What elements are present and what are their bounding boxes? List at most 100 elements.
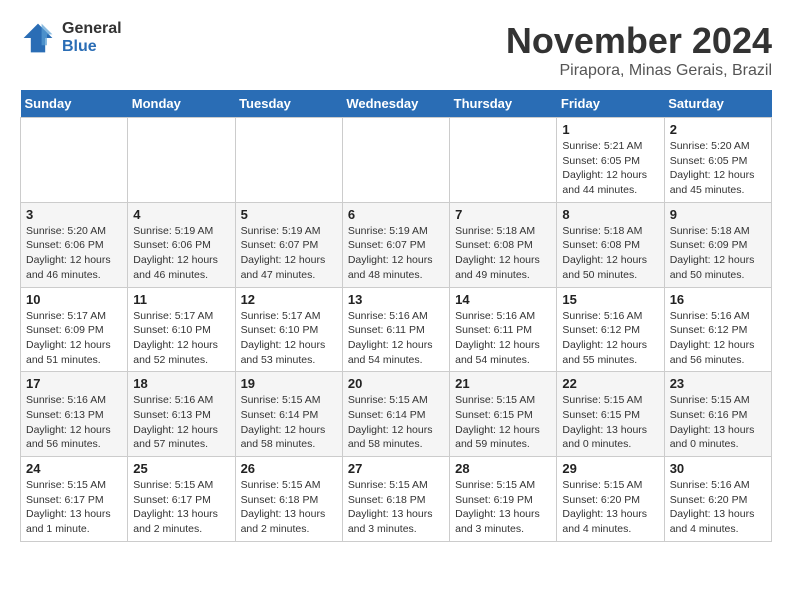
- day-number: 5: [241, 207, 337, 222]
- weekday-header-sunday: Sunday: [21, 90, 128, 118]
- day-info: Sunrise: 5:16 AM Sunset: 6:11 PM Dayligh…: [455, 309, 551, 368]
- location-text: Pirapora, Minas Gerais, Brazil: [506, 62, 772, 80]
- calendar-cell: 23Sunrise: 5:15 AM Sunset: 6:16 PM Dayli…: [664, 372, 771, 457]
- calendar-cell: 19 Sunrise: 5:15 AM Sunset: 6:14 PM Dayli…: [235, 372, 342, 457]
- day-number: 20: [348, 376, 444, 391]
- day-info: Sunrise: 5:15 AM Sunset: 6:18 PM Dayligh…: [241, 478, 337, 537]
- calendar-cell: 9Sunrise: 5:18 AM Sunset: 6:09 PM Daylig…: [664, 202, 771, 287]
- calendar-cell: 22 Sunrise: 5:15 AM Sunset: 6:15 PM Dayli…: [557, 372, 664, 457]
- calendar-cell: 17 Sunrise: 5:16 AM Sunset: 6:13 PM Dayli…: [21, 372, 128, 457]
- day-info: Sunrise: 5:15 AM Sunset: 6:17 PM Dayligh…: [26, 478, 122, 537]
- day-number: 8: [562, 207, 658, 222]
- day-number: 30: [670, 461, 766, 476]
- calendar-cell: 16 Sunrise: 5:16 AM Sunset: 6:12 PM Dayli…: [664, 287, 771, 372]
- day-info: Sunrise: 5:17 AM Sunset: 6:10 PM Dayligh…: [241, 309, 337, 368]
- day-info: Sunrise: 5:15 AM Sunset: 6:18 PM Dayligh…: [348, 478, 444, 537]
- calendar-cell: [450, 118, 557, 203]
- calendar-cell: 25 Sunrise: 5:15 AM Sunset: 6:17 PM Dayli…: [128, 457, 235, 542]
- day-info: Sunrise: 5:18 AM Sunset: 6:08 PM Dayligh…: [562, 224, 658, 283]
- calendar-cell: 3 Sunrise: 5:20 AM Sunset: 6:06 PM Daylig…: [21, 202, 128, 287]
- day-number: 12: [241, 292, 337, 307]
- day-info: Sunrise: 5:19 AM Sunset: 6:06 PM Dayligh…: [133, 224, 229, 283]
- day-info: Sunrise: 5:18 AM Sunset: 6:08 PM Dayligh…: [455, 224, 551, 283]
- day-number: 28: [455, 461, 551, 476]
- day-info: Sunrise: 5:16 AM Sunset: 6:13 PM Dayligh…: [133, 393, 229, 452]
- day-number: 16: [670, 292, 766, 307]
- calendar-cell: 8 Sunrise: 5:18 AM Sunset: 6:08 PM Daylig…: [557, 202, 664, 287]
- day-info: Sunrise: 5:20 AM Sunset: 6:06 PM Dayligh…: [26, 224, 122, 283]
- day-number: 26: [241, 461, 337, 476]
- calendar-cell: 10 Sunrise: 5:17 AM Sunset: 6:09 PM Dayli…: [21, 287, 128, 372]
- calendar-week-row: 24 Sunrise: 5:15 AM Sunset: 6:17 PM Dayli…: [21, 457, 772, 542]
- calendar-cell: 4 Sunrise: 5:19 AM Sunset: 6:06 PM Daylig…: [128, 202, 235, 287]
- day-number: 7: [455, 207, 551, 222]
- month-title: November 2024: [506, 20, 772, 62]
- calendar-cell: 15Sunrise: 5:16 AM Sunset: 6:12 PM Dayli…: [557, 287, 664, 372]
- calendar-cell: 6 Sunrise: 5:19 AM Sunset: 6:07 PM Daylig…: [342, 202, 449, 287]
- calendar-cell: 29Sunrise: 5:15 AM Sunset: 6:20 PM Dayli…: [557, 457, 664, 542]
- day-number: 11: [133, 292, 229, 307]
- day-info: Sunrise: 5:16 AM Sunset: 6:20 PM Dayligh…: [670, 478, 766, 537]
- day-info: Sunrise: 5:17 AM Sunset: 6:09 PM Dayligh…: [26, 309, 122, 368]
- calendar-cell: 13Sunrise: 5:16 AM Sunset: 6:11 PM Dayli…: [342, 287, 449, 372]
- day-info: Sunrise: 5:15 AM Sunset: 6:14 PM Dayligh…: [348, 393, 444, 452]
- logo-text: General Blue: [62, 20, 122, 55]
- day-info: Sunrise: 5:19 AM Sunset: 6:07 PM Dayligh…: [348, 224, 444, 283]
- day-info: Sunrise: 5:17 AM Sunset: 6:10 PM Dayligh…: [133, 309, 229, 368]
- calendar-cell: 14Sunrise: 5:16 AM Sunset: 6:11 PM Dayli…: [450, 287, 557, 372]
- calendar-week-row: 10 Sunrise: 5:17 AM Sunset: 6:09 PM Dayli…: [21, 287, 772, 372]
- day-number: 4: [133, 207, 229, 222]
- calendar-cell: 18Sunrise: 5:16 AM Sunset: 6:13 PM Dayli…: [128, 372, 235, 457]
- weekday-header-monday: Monday: [128, 90, 235, 118]
- day-number: 6: [348, 207, 444, 222]
- calendar-cell: 5 Sunrise: 5:19 AM Sunset: 6:07 PM Daylig…: [235, 202, 342, 287]
- calendar-week-row: 3 Sunrise: 5:20 AM Sunset: 6:06 PM Daylig…: [21, 202, 772, 287]
- calendar-cell: 7 Sunrise: 5:18 AM Sunset: 6:08 PM Daylig…: [450, 202, 557, 287]
- day-info: Sunrise: 5:15 AM Sunset: 6:15 PM Dayligh…: [455, 393, 551, 452]
- day-number: 10: [26, 292, 122, 307]
- calendar-week-row: 17 Sunrise: 5:16 AM Sunset: 6:13 PM Dayli…: [21, 372, 772, 457]
- calendar-cell: 1Sunrise: 5:21 AM Sunset: 6:05 PM Daylig…: [557, 118, 664, 203]
- calendar-cell: 28 Sunrise: 5:15 AM Sunset: 6:19 PM Dayli…: [450, 457, 557, 542]
- calendar-cell: 2 Sunrise: 5:20 AM Sunset: 6:05 PM Daylig…: [664, 118, 771, 203]
- day-info: Sunrise: 5:20 AM Sunset: 6:05 PM Dayligh…: [670, 139, 766, 198]
- day-info: Sunrise: 5:15 AM Sunset: 6:15 PM Dayligh…: [562, 393, 658, 452]
- weekday-header-thursday: Thursday: [450, 90, 557, 118]
- calendar-cell: 21 Sunrise: 5:15 AM Sunset: 6:15 PM Dayli…: [450, 372, 557, 457]
- day-info: Sunrise: 5:21 AM Sunset: 6:05 PM Dayligh…: [562, 139, 658, 198]
- day-number: 9: [670, 207, 766, 222]
- day-number: 13: [348, 292, 444, 307]
- day-number: 22: [562, 376, 658, 391]
- title-block: November 2024 Pirapora, Minas Gerais, Br…: [506, 20, 772, 80]
- weekday-header-wednesday: Wednesday: [342, 90, 449, 118]
- calendar-week-row: 1Sunrise: 5:21 AM Sunset: 6:05 PM Daylig…: [21, 118, 772, 203]
- calendar-cell: 11 Sunrise: 5:17 AM Sunset: 6:10 PM Dayli…: [128, 287, 235, 372]
- day-info: Sunrise: 5:19 AM Sunset: 6:07 PM Dayligh…: [241, 224, 337, 283]
- day-number: 29: [562, 461, 658, 476]
- day-number: 17: [26, 376, 122, 391]
- day-number: 3: [26, 207, 122, 222]
- weekday-header-saturday: Saturday: [664, 90, 771, 118]
- calendar-cell: 30 Sunrise: 5:16 AM Sunset: 6:20 PM Dayli…: [664, 457, 771, 542]
- day-number: 21: [455, 376, 551, 391]
- calendar-cell: 24 Sunrise: 5:15 AM Sunset: 6:17 PM Dayli…: [21, 457, 128, 542]
- day-number: 25: [133, 461, 229, 476]
- calendar-cell: 27Sunrise: 5:15 AM Sunset: 6:18 PM Dayli…: [342, 457, 449, 542]
- calendar-cell: [235, 118, 342, 203]
- day-number: 24: [26, 461, 122, 476]
- calendar-cell: 12 Sunrise: 5:17 AM Sunset: 6:10 PM Dayli…: [235, 287, 342, 372]
- day-number: 15: [562, 292, 658, 307]
- day-number: 19: [241, 376, 337, 391]
- calendar-cell: 20 Sunrise: 5:15 AM Sunset: 6:14 PM Dayli…: [342, 372, 449, 457]
- day-info: Sunrise: 5:15 AM Sunset: 6:19 PM Dayligh…: [455, 478, 551, 537]
- day-number: 2: [670, 122, 766, 137]
- calendar-cell: 26 Sunrise: 5:15 AM Sunset: 6:18 PM Dayli…: [235, 457, 342, 542]
- day-info: Sunrise: 5:15 AM Sunset: 6:17 PM Dayligh…: [133, 478, 229, 537]
- calendar-cell: [21, 118, 128, 203]
- day-info: Sunrise: 5:16 AM Sunset: 6:12 PM Dayligh…: [670, 309, 766, 368]
- logo: General Blue: [20, 20, 122, 56]
- day-info: Sunrise: 5:15 AM Sunset: 6:16 PM Dayligh…: [670, 393, 766, 452]
- weekday-header-tuesday: Tuesday: [235, 90, 342, 118]
- day-info: Sunrise: 5:16 AM Sunset: 6:13 PM Dayligh…: [26, 393, 122, 452]
- day-info: Sunrise: 5:15 AM Sunset: 6:14 PM Dayligh…: [241, 393, 337, 452]
